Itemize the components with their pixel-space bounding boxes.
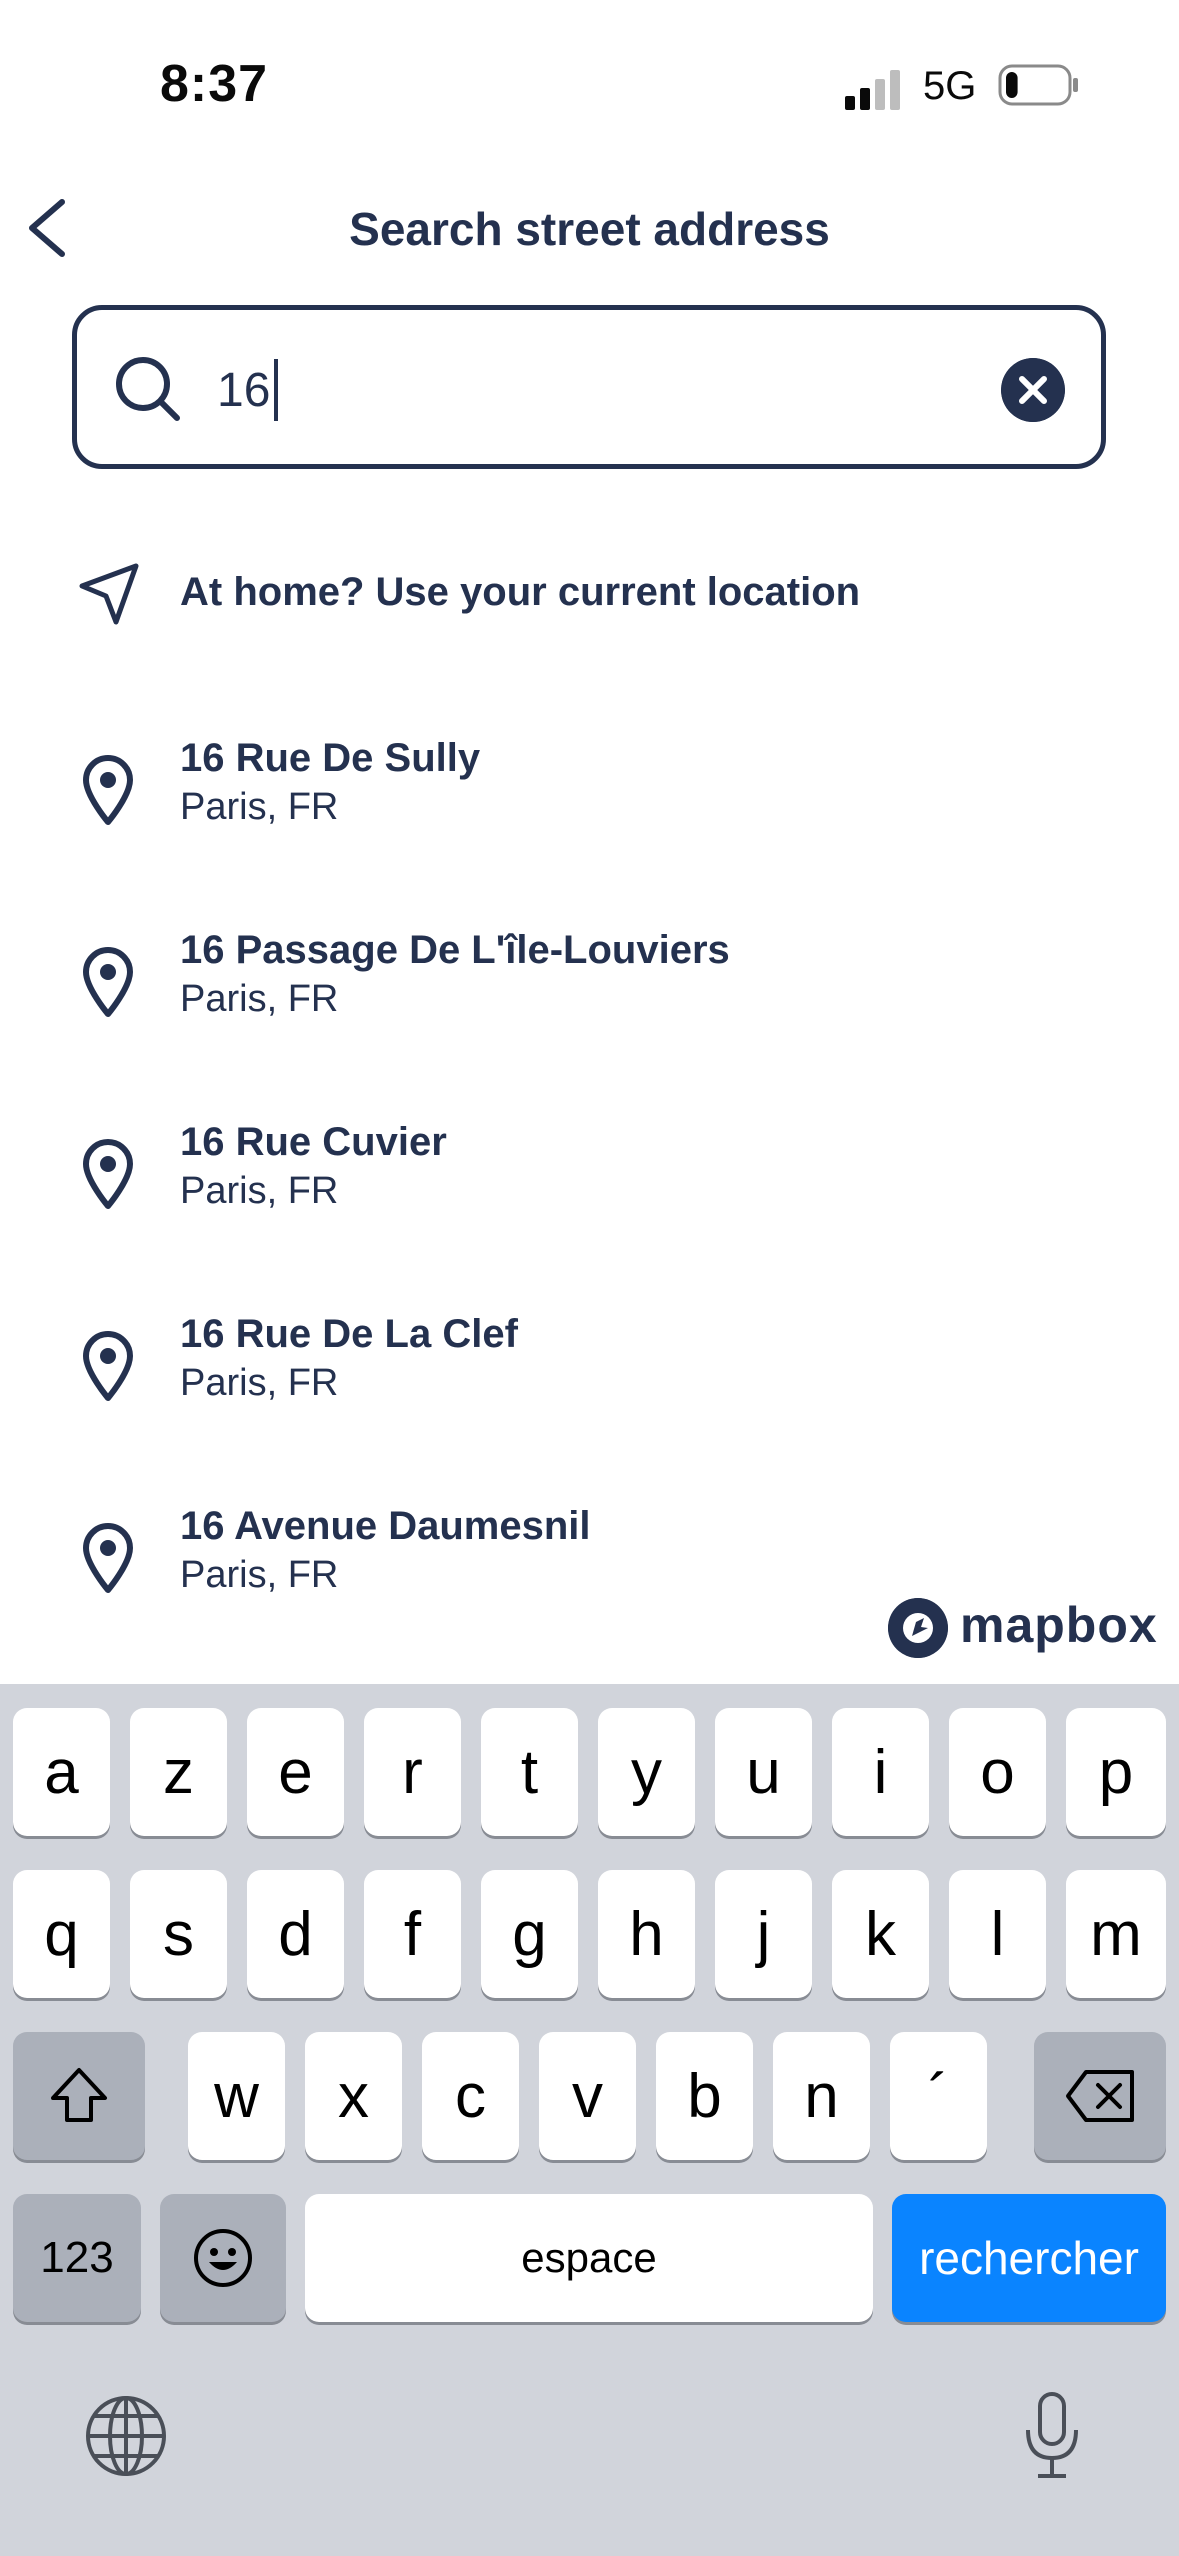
backspace-icon [1066,2070,1134,2122]
result-subtitle: Paris, FR [180,786,339,828]
key-acute-accent[interactable]: ´ [890,2032,987,2160]
navigation-arrow-icon [79,563,139,625]
key-q[interactable]: q [13,1870,110,1998]
search-input[interactable]: 16 [217,350,279,430]
use-current-location-button[interactable]: At home? Use your current location [0,550,1179,640]
location-pin-icon [83,1523,133,1593]
key-g[interactable]: g [481,1870,578,1998]
mapbox-wordmark: mapbox [960,1597,1158,1653]
key-b[interactable]: b [656,2032,753,2160]
key-h[interactable]: h [598,1870,695,1998]
location-pin-icon [83,755,133,825]
key-v[interactable]: v [539,2032,636,2160]
result-title: 16 Rue Cuvier [180,1120,447,1164]
key-t[interactable]: t [481,1708,578,1836]
result-subtitle: Paris, FR [180,1170,339,1212]
key-k[interactable]: k [832,1870,929,1998]
search-field[interactable]: 16 [72,305,1106,469]
location-pin-icon [83,947,133,1017]
search-input-value: 16 [217,363,271,417]
key-z[interactable]: z [130,1708,227,1836]
mapbox-logo: mapbox [888,1596,1158,1664]
key-d[interactable]: d [247,1870,344,1998]
cellular-signal-icon [845,70,900,110]
key-p[interactable]: p [1066,1708,1166,1836]
key-f[interactable]: f [364,1870,461,1998]
key-e[interactable]: e [247,1708,344,1836]
key-l[interactable]: l [949,1870,1046,1998]
status-bar: 8:37 5G [0,0,1179,150]
key-r[interactable]: r [364,1708,461,1836]
search-return-key[interactable]: rechercher [892,2194,1166,2322]
key-x[interactable]: x [305,2032,402,2160]
status-time: 8:37 [160,55,269,113]
key-u[interactable]: u [715,1708,812,1836]
page-title: Search street address [349,203,830,255]
search-result-item[interactable]: 16 Rue De La Clef Paris, FR [0,1296,1179,1488]
key-a[interactable]: a [13,1708,110,1836]
search-result-item[interactable]: 16 Rue De Sully Paris, FR [0,720,1179,912]
key-s[interactable]: s [130,1870,227,1998]
result-subtitle: Paris, FR [180,1554,339,1596]
result-title: 16 Rue De La Clef [180,1312,518,1356]
space-key[interactable]: espace [305,2194,873,2322]
mapbox-mark-icon [888,1598,948,1658]
search-icon [116,357,180,421]
key-m[interactable]: m [1066,1870,1166,1998]
key-w[interactable]: w [188,2032,285,2160]
key-o[interactable]: o [949,1708,1046,1836]
emoji-key[interactable] [160,2194,286,2322]
location-pin-icon [83,1331,133,1401]
microphone-icon[interactable] [1020,2390,1084,2482]
on-screen-keyboard: a z e r t y u i o p q s d f g h j k l m … [0,1684,1179,2556]
result-title: 16 Avenue Daumesnil [180,1504,591,1548]
shift-arrow-icon [51,2068,107,2122]
result-subtitle: Paris, FR [180,978,339,1020]
current-location-label: At home? Use your current location [180,570,861,614]
result-subtitle: Paris, FR [180,1362,339,1404]
key-n[interactable]: n [773,2032,870,2160]
globe-icon[interactable] [84,2394,168,2478]
delete-key[interactable] [1034,2032,1166,2160]
search-results-list: 16 Rue De Sully Paris, FR 16 Passage De … [0,720,1179,1680]
key-c[interactable]: c [422,2032,519,2160]
key-y[interactable]: y [598,1708,695,1836]
clear-search-button[interactable] [1001,358,1065,422]
battery-icon [998,64,1078,106]
location-pin-icon [83,1139,133,1209]
result-title: 16 Rue De Sully [180,736,481,780]
result-title: 16 Passage De L'île-Louviers [180,928,730,972]
numbers-key[interactable]: 123 [13,2194,141,2322]
shift-key[interactable] [13,2032,145,2160]
key-i[interactable]: i [832,1708,929,1836]
text-caret [274,359,279,421]
emoji-icon [194,2229,252,2287]
key-j[interactable]: j [715,1870,812,1998]
search-result-item[interactable]: 16 Rue Cuvier Paris, FR [0,1104,1179,1296]
search-result-item[interactable]: 16 Passage De L'île-Louviers Paris, FR [0,912,1179,1104]
network-type: 5G [923,64,977,108]
